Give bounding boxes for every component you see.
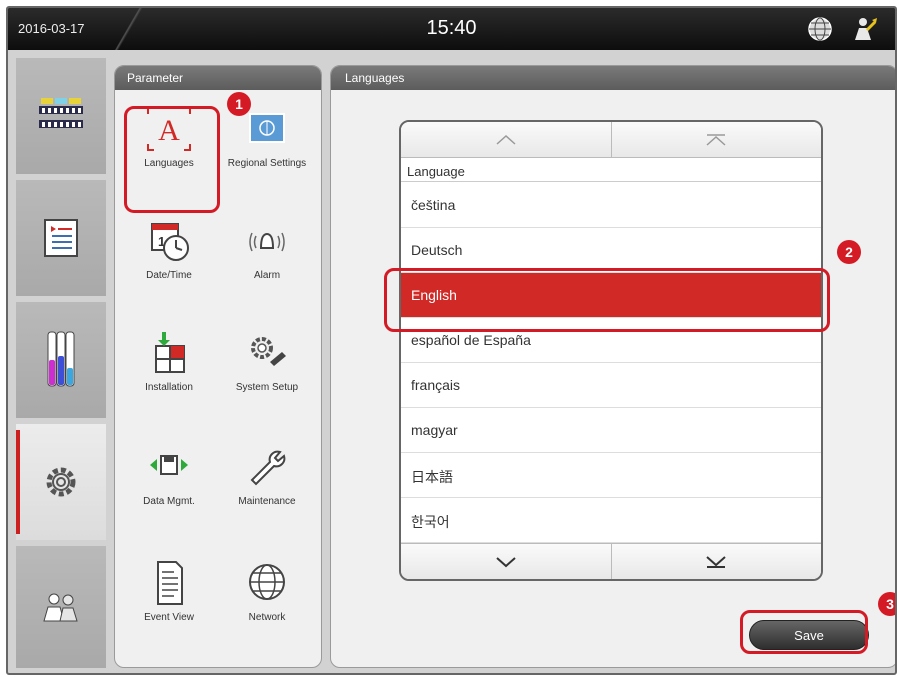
param-installation[interactable]: Installation (119, 328, 219, 394)
language-item[interactable]: magyar (401, 408, 821, 453)
param-system-setup[interactable]: System Setup (217, 328, 317, 394)
status-time: 15:40 (426, 17, 477, 39)
param-label: Data Mgmt. (143, 496, 195, 507)
calendar-clock-icon: 1 (151, 223, 189, 261)
system-setup-icon (251, 337, 286, 366)
language-item[interactable]: 한국어 (401, 498, 821, 543)
param-label: System Setup (235, 382, 299, 393)
list-scroll-bottom (401, 543, 821, 579)
param-alarm[interactable]: Alarm (217, 216, 317, 282)
callout-number-3: 3 (878, 592, 895, 616)
language-item[interactable]: français (401, 363, 821, 408)
param-label: Regional Settings (227, 158, 307, 169)
installation-icon (155, 332, 185, 373)
sample-rack-icon (39, 98, 83, 128)
scroll-up-button[interactable] (401, 122, 611, 157)
param-label: Date/Time (146, 270, 192, 281)
language-item[interactable]: 日本語 (401, 453, 821, 498)
user-key-icon[interactable] (849, 14, 879, 44)
chevron-to-top-icon (706, 133, 726, 146)
param-event-view[interactable]: Event View (119, 558, 219, 624)
main-navigation (16, 58, 106, 671)
languages-panel-title: Languages (331, 66, 895, 90)
status-bar: 2016-03-17 15:40 (8, 8, 895, 50)
wrench-icon (250, 450, 286, 486)
data-management-icon (150, 455, 188, 475)
param-label: Alarm (253, 270, 281, 281)
param-label: Event View (144, 612, 194, 623)
language-item[interactable]: Deutsch (401, 228, 821, 273)
callout-number-1: 1 (227, 92, 251, 116)
language-list: Language čeština Deutsch English español… (399, 120, 823, 581)
globe-icon[interactable] (807, 16, 833, 42)
nav-settings[interactable] (16, 424, 106, 543)
callout-number-2: 2 (837, 240, 861, 264)
reagent-vials-icon (47, 331, 75, 387)
languages-panel: Languages Language čeština Deutsch Engli… (330, 65, 895, 668)
parameter-panel-title: Parameter (115, 66, 321, 90)
nav-user-access[interactable] (16, 546, 106, 671)
chevron-up-icon (496, 134, 516, 145)
param-data-management[interactable]: Data Mgmt. (119, 442, 219, 508)
callout-box-save (740, 610, 868, 654)
callout-box-english (384, 268, 830, 332)
chevron-to-bottom-icon (706, 555, 726, 568)
scroll-down-button[interactable] (401, 544, 611, 579)
scroll-bottom-button[interactable] (610, 544, 821, 579)
param-maintenance[interactable]: Maintenance (217, 442, 317, 508)
nav-program-list[interactable] (16, 180, 106, 299)
param-label: Maintenance (238, 496, 296, 507)
param-label: Network (248, 612, 286, 623)
chevron-down-icon (496, 556, 516, 567)
callout-box-languages (124, 106, 220, 213)
network-globe-icon (249, 564, 285, 600)
param-date-time[interactable]: 1 Date/Time (119, 216, 219, 282)
language-item[interactable]: čeština (401, 183, 821, 228)
language-column-header: Language (401, 158, 821, 182)
gear-icon (46, 467, 76, 497)
nav-sample-rack[interactable] (16, 58, 106, 177)
program-list-icon (44, 219, 78, 257)
param-network[interactable]: Network (217, 558, 317, 624)
param-label: Installation (145, 382, 193, 393)
user-access-icon (43, 593, 78, 622)
app-window: 2016-03-17 15:40 Parameter A Languages R… (6, 6, 897, 675)
nav-reagents[interactable] (16, 302, 106, 421)
list-scroll-top (401, 122, 821, 158)
alarm-bell-icon (249, 232, 285, 252)
regional-flag-icon (249, 113, 285, 143)
scroll-top-button[interactable] (610, 122, 821, 157)
event-document-icon (157, 561, 183, 605)
